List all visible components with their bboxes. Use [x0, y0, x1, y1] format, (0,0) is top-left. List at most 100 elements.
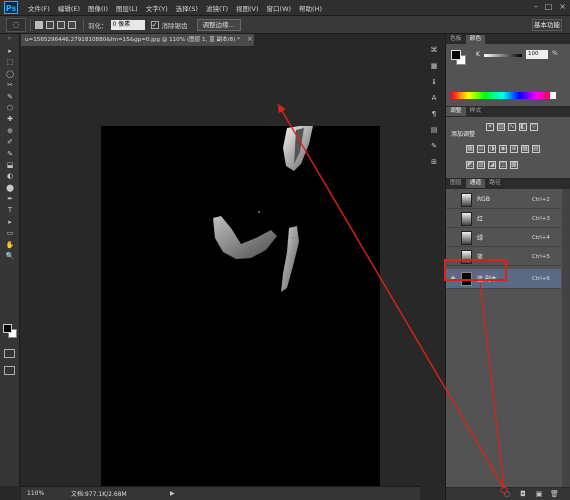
properties-panel-icon[interactable]: ▦ — [427, 60, 441, 72]
tab-swatches[interactable]: 色板 — [446, 35, 466, 44]
info-panel-icon[interactable]: ℹ — [427, 76, 441, 88]
refine-edge-button[interactable]: 调整边缘... — [196, 18, 241, 31]
threshold-icon[interactable]: ◪ — [488, 161, 496, 169]
eyedropper-tool-icon[interactable]: ✎ — [0, 92, 20, 103]
foreground-color-swatch[interactable] — [3, 324, 12, 333]
maximize-button[interactable]: □ — [545, 2, 553, 11]
crop-tool-icon[interactable]: ✂ — [0, 80, 20, 91]
hue-saturation-icon[interactable]: ▦ — [466, 145, 474, 153]
color-spectrum[interactable] — [451, 92, 554, 99]
character-panel-icon[interactable]: A — [427, 92, 441, 104]
healing-tool-icon[interactable]: ⬡ — [0, 103, 20, 114]
add-selection-icon[interactable] — [46, 20, 54, 29]
tab-layers[interactable]: 图层 — [446, 179, 466, 188]
document-tab[interactable]: u=1565296446,2791810880&fm=15&gp=0.jpg @… — [21, 34, 254, 46]
hand-tool-icon[interactable]: ✋ — [0, 240, 20, 251]
screen-mode-icon[interactable] — [4, 366, 15, 375]
tab-channels[interactable]: 通道 — [465, 179, 486, 188]
exposure-icon[interactable]: ◧ — [519, 123, 527, 131]
menu-help[interactable]: 帮助(H) — [295, 3, 326, 13]
selective-color-icon[interactable]: ◫ — [499, 161, 507, 169]
brightness-icon[interactable]: ☀ — [486, 123, 494, 131]
posterize-icon[interactable]: ▨ — [477, 161, 485, 169]
channel-shortcut: Ctrl+2 — [532, 196, 550, 203]
channels-panel: RGB Ctrl+2 红 Ctrl+3 绿 Ctrl+4 蓝 Ctrl+5 ◉ … — [446, 188, 570, 500]
minimize-button[interactable]: – — [534, 2, 538, 11]
lasso-tool-icon[interactable]: ◯ — [0, 69, 20, 80]
channel-row-green[interactable]: 绿 Ctrl+4 — [446, 229, 561, 247]
path-select-tool-icon[interactable]: ▸ — [0, 217, 20, 228]
white-swatch[interactable] — [550, 92, 556, 99]
marquee-tool-icon[interactable]: ⬚ — [0, 57, 20, 68]
menu-filter[interactable]: 滤镜(T) — [202, 3, 232, 13]
color-lookup-icon[interactable]: ▦ — [521, 145, 529, 153]
menu-type[interactable]: 文字(Y) — [142, 3, 172, 13]
zoom-tool-icon[interactable]: 🔍 — [0, 251, 20, 262]
panel-foreground-swatch[interactable] — [451, 50, 461, 60]
intersect-selection-icon[interactable] — [68, 20, 76, 29]
channel-thumbnail — [461, 211, 472, 226]
menu-file[interactable]: 文件(F) — [24, 3, 54, 13]
paragraph-panel-icon[interactable]: ¶ — [427, 108, 441, 120]
curves-icon[interactable]: ∿ — [508, 123, 516, 131]
menu-layer[interactable]: 图层(L) — [112, 3, 142, 13]
shape-tool-icon[interactable]: ▭ — [0, 228, 20, 239]
quick-mask-icon[interactable] — [4, 349, 15, 358]
color-balance-icon[interactable]: ⚖ — [477, 145, 485, 153]
brush-tool-icon[interactable]: ✚ — [0, 114, 20, 125]
color-swatches[interactable] — [3, 324, 17, 338]
tab-paths[interactable]: 路径 — [485, 179, 505, 188]
menu-select[interactable]: 选择(S) — [172, 3, 202, 13]
channels-scrollbar[interactable] — [562, 189, 570, 500]
shadows-icon[interactable]: ▩ — [510, 161, 518, 169]
save-selection-icon[interactable]: ◘ — [519, 490, 527, 498]
tab-color[interactable]: 颜色 — [465, 35, 486, 44]
history-panel-icon[interactable]: ⌘ — [427, 44, 441, 56]
brush-panel-icon[interactable]: ✎ — [427, 140, 441, 152]
type-tool-icon[interactable]: T — [0, 205, 20, 216]
k-value-input[interactable]: 100 — [526, 50, 548, 59]
antialias-checkbox[interactable]: ✓ — [150, 20, 159, 29]
gradient-tool-icon[interactable]: ⬓ — [0, 160, 20, 171]
subtract-selection-icon[interactable] — [57, 20, 65, 29]
tab-styles[interactable]: 样式 — [465, 107, 486, 116]
stamp-tool-icon[interactable]: ⊕ — [0, 126, 20, 137]
menu-window[interactable]: 窗口(W) — [263, 3, 296, 13]
toolbox-grip-icon[interactable]: » — [0, 34, 19, 46]
channel-mixer-icon[interactable]: ⊕ — [510, 145, 518, 153]
status-menu-icon[interactable]: ▶ — [170, 490, 175, 497]
workspace-switcher[interactable]: 基本功能 — [532, 19, 562, 31]
gradient-map-icon[interactable]: ▤ — [532, 145, 540, 153]
invert-icon[interactable]: ◩ — [466, 161, 474, 169]
clone-source-icon[interactable]: ⊞ — [427, 156, 441, 168]
blur-tool-icon[interactable]: ◐ — [0, 171, 20, 182]
load-selection-icon[interactable]: ◌ — [503, 490, 511, 498]
eraser-tool-icon[interactable]: ✎ — [0, 149, 20, 160]
close-window-button[interactable]: × — [559, 2, 566, 11]
levels-icon[interactable]: ▥ — [497, 123, 505, 131]
new-channel-icon[interactable]: ▣ — [535, 490, 543, 498]
tool-presets-icon[interactable]: ▤ — [427, 124, 441, 136]
tab-adjustments[interactable]: 调整 — [446, 107, 466, 116]
menu-view[interactable]: 视图(V) — [232, 3, 263, 13]
channel-row-red[interactable]: 红 Ctrl+3 — [446, 210, 561, 228]
channel-image — [213, 126, 313, 292]
photo-filter-icon[interactable]: ◉ — [499, 145, 507, 153]
vibrance-icon[interactable]: ▽ — [530, 123, 538, 131]
menu-edit[interactable]: 编辑(E) — [54, 3, 84, 13]
feather-input[interactable]: 0 像素 — [110, 19, 145, 30]
black-white-icon[interactable]: ◑ — [488, 145, 496, 153]
close-document-icon[interactable]: × — [247, 35, 253, 43]
zoom-level[interactable]: 110% — [27, 490, 49, 497]
move-tool-icon[interactable]: ▸ — [0, 46, 20, 57]
lasso-icon[interactable]: ◌ — [6, 17, 26, 32]
trash-icon[interactable]: 🗑 — [550, 490, 559, 498]
k-slider[interactable] — [484, 54, 522, 57]
history-brush-tool-icon[interactable]: ✐ — [0, 137, 20, 148]
pen-tool-icon[interactable]: ✒ — [0, 194, 20, 205]
new-selection-icon[interactable] — [35, 20, 43, 29]
menu-image[interactable]: 图像(I) — [84, 3, 112, 13]
dodge-tool-icon[interactable]: ⬤ — [0, 183, 20, 194]
document-canvas[interactable] — [101, 126, 380, 498]
channel-row-rgb[interactable]: RGB Ctrl+2 — [446, 191, 561, 209]
